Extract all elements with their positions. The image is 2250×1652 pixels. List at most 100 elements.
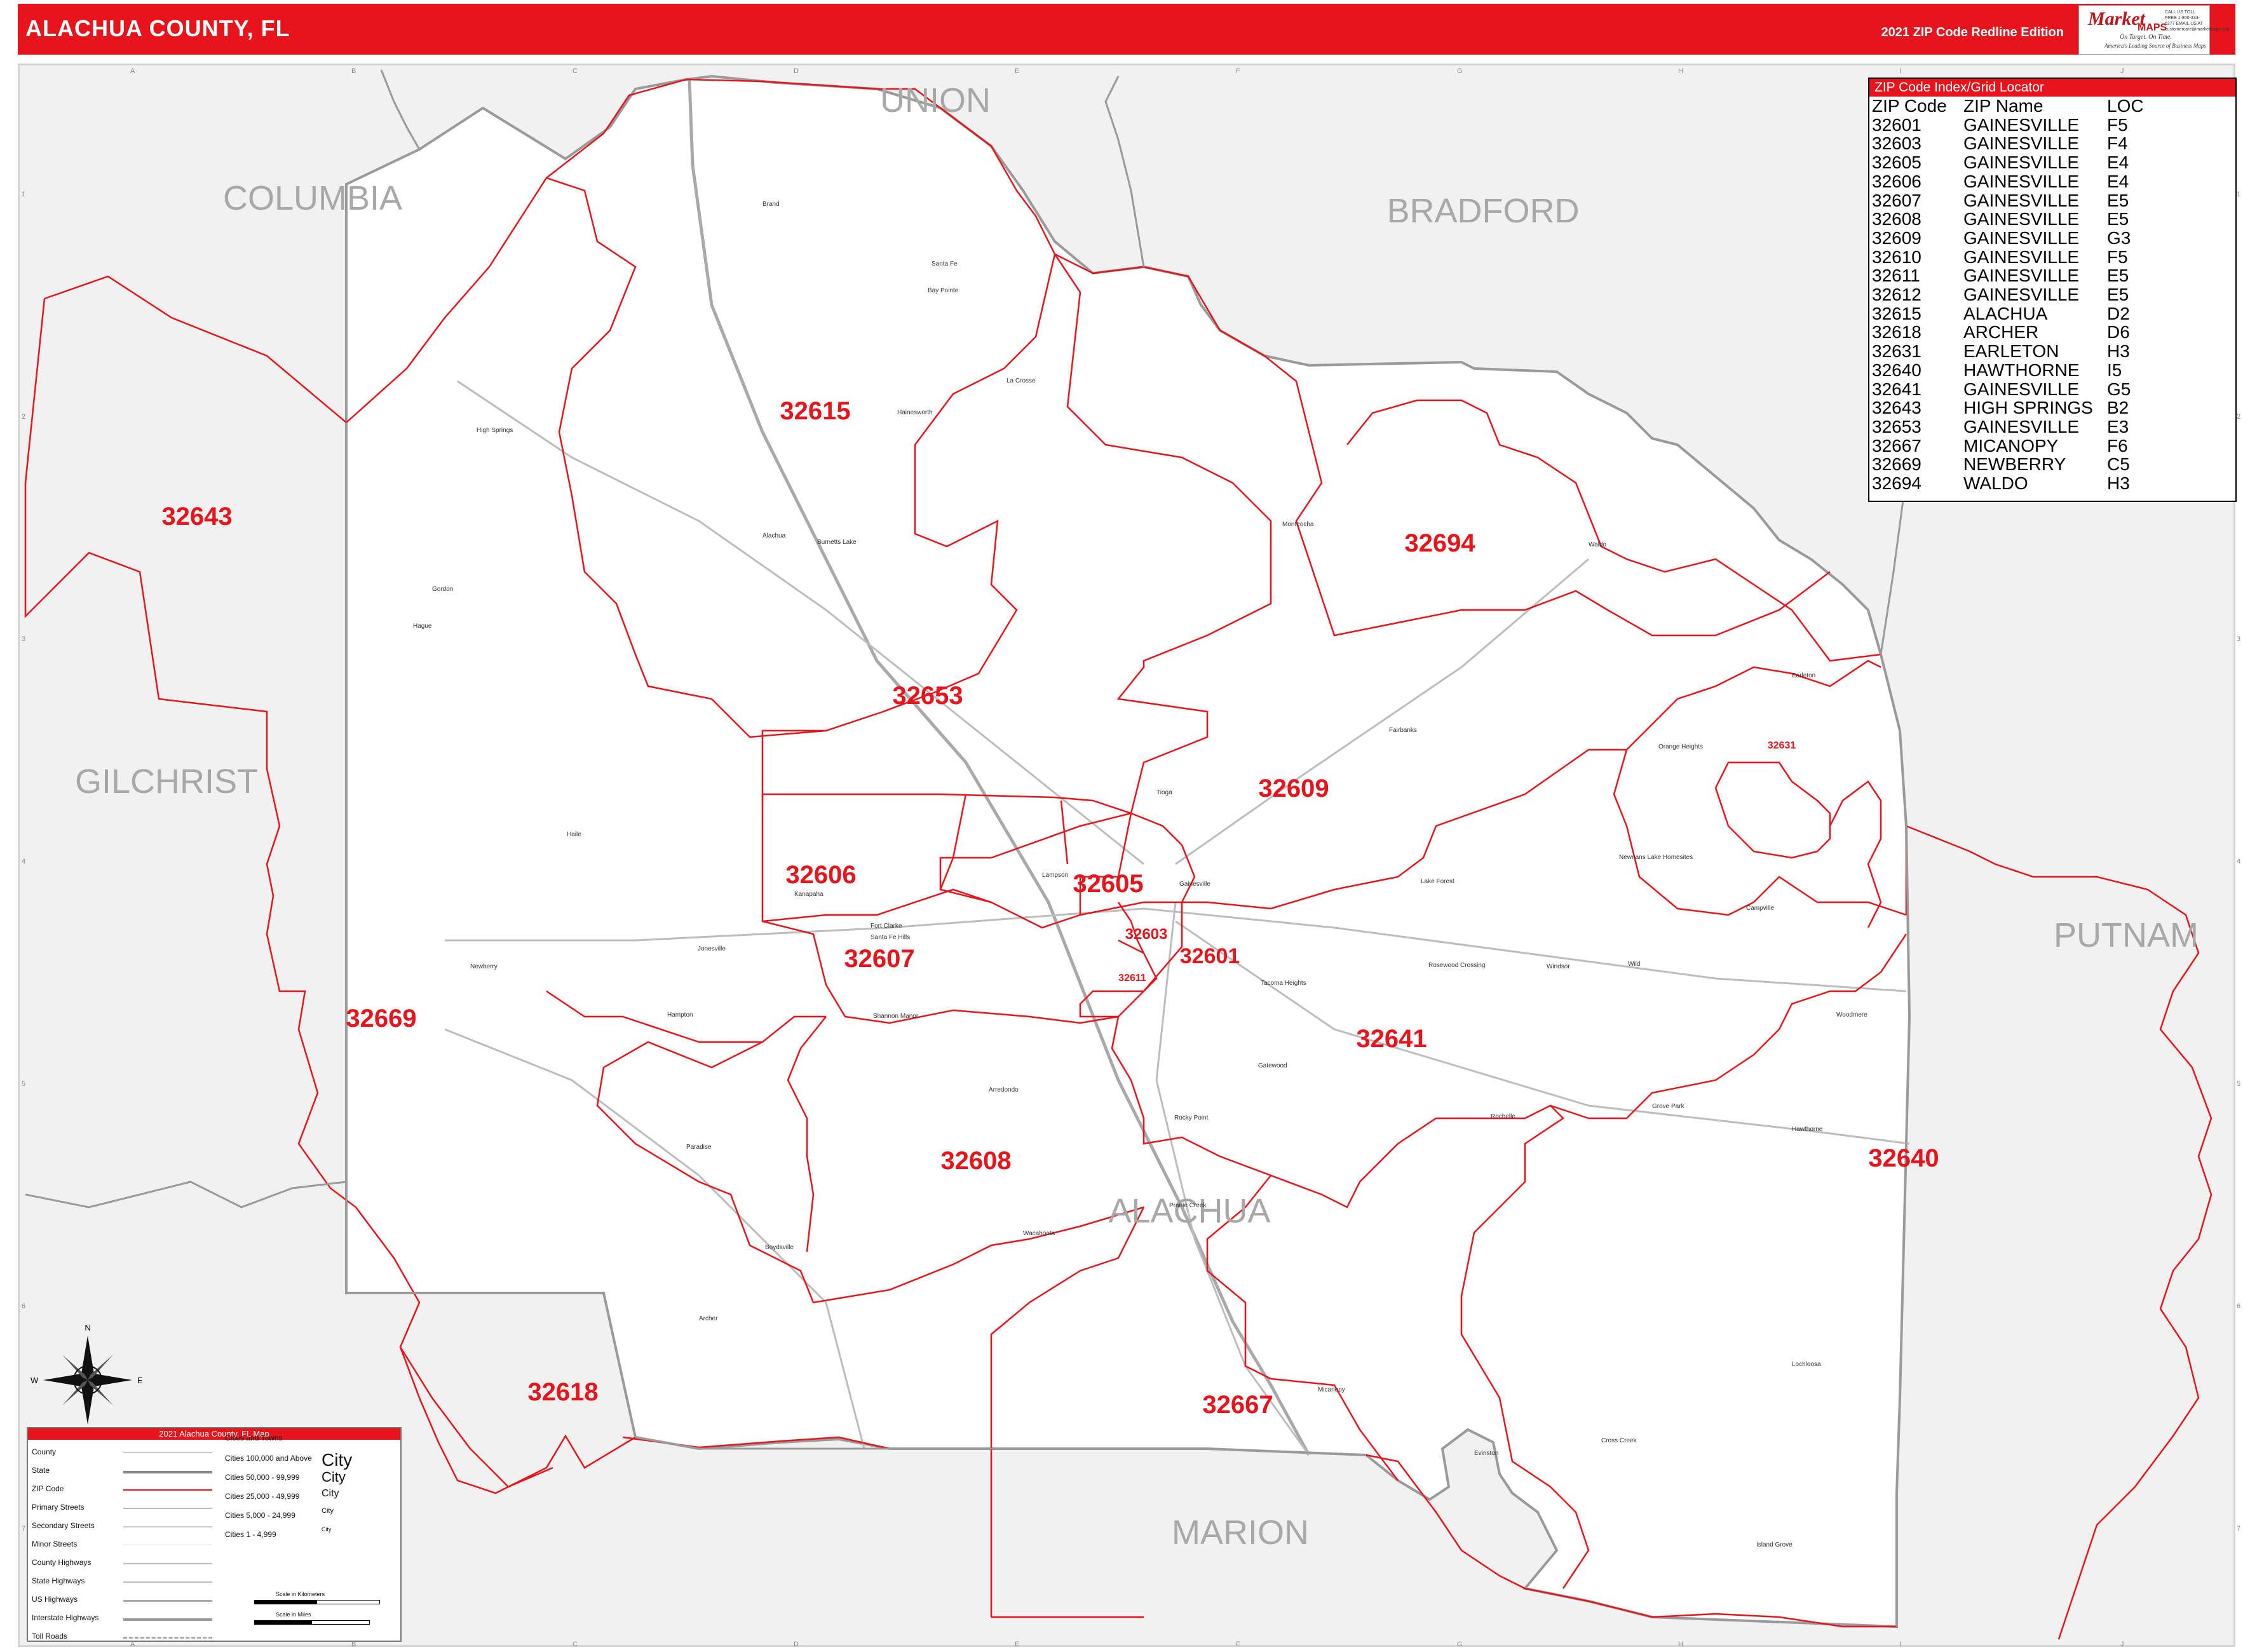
zip-label-32601: 32601 bbox=[1180, 944, 1240, 968]
zip-index-cell-loc: E5 bbox=[2107, 190, 2129, 210]
zip-index-row: 32610 GAINESVILLE F5 bbox=[1872, 247, 2144, 267]
grid-row-label: 6 bbox=[2237, 1303, 2241, 1310]
legend-title: 2021 Alachua County, FL Map bbox=[28, 1428, 400, 1440]
legend-line-sample bbox=[123, 1637, 212, 1639]
place-label: La Crosse bbox=[1006, 377, 1036, 384]
zip-label-32694: 32694 bbox=[1404, 529, 1475, 557]
county-label-bradford: BRADFORD bbox=[1386, 192, 1579, 230]
legend-cities-title: Cities and Towns bbox=[225, 1433, 283, 1442]
legend-city-range: Cities 100,000 and Above bbox=[225, 1454, 312, 1463]
zip-index-cell-zip: 32643 bbox=[1872, 398, 1921, 418]
grid-column-label: I bbox=[1899, 1641, 1902, 1648]
legend-city-range: Cities 25,000 - 49,999 bbox=[225, 1492, 300, 1501]
place-label: Paradise bbox=[686, 1144, 712, 1151]
place-label: Kanapaha bbox=[794, 891, 823, 898]
legend-scale-mi: Scale in Miles bbox=[276, 1611, 311, 1618]
zip-index-cell-name: GAINESVILLE bbox=[1963, 285, 2080, 305]
place-label: Orange Heights bbox=[1658, 743, 1703, 750]
grid-row-label: 3 bbox=[2237, 635, 2241, 643]
place-label: Hawthorne bbox=[1792, 1126, 1823, 1133]
legend-line-label: Toll Roads bbox=[32, 1632, 68, 1641]
zip-index-cell-name: ARCHER bbox=[1963, 322, 2039, 342]
zip-index-cell-name: WALDO bbox=[1963, 473, 2028, 494]
zip-index-row: 32612 GAINESVILLE E5 bbox=[1872, 285, 2144, 304]
place-label: Tioga bbox=[1156, 789, 1172, 796]
place-label: Monteocha bbox=[1282, 521, 1314, 528]
place-label: Shannon Manor bbox=[873, 1013, 919, 1020]
zip-index-cell-name: GAINESVILLE bbox=[1963, 247, 2080, 267]
grid-column-label: C bbox=[573, 67, 578, 75]
zip-label-32607: 32607 bbox=[844, 945, 914, 973]
zip-index-row: 32601 GAINESVILLE F5 bbox=[1872, 116, 2144, 135]
place-label: Arredondo bbox=[989, 1087, 1019, 1093]
place-label: Hampton bbox=[667, 1012, 693, 1019]
grid-column-label: D bbox=[794, 1641, 799, 1648]
place-label: Campville bbox=[1746, 905, 1774, 912]
zip-label-32608: 32608 bbox=[940, 1147, 1011, 1175]
legend-city-sample: City bbox=[322, 1469, 346, 1485]
place-label: Gordon bbox=[432, 586, 453, 593]
zip-index-header-name: ZIP Name bbox=[1963, 96, 2043, 116]
zip-code-index-panel: ZIP Code Index/Grid Locator ZIP Code ZIP… bbox=[1868, 78, 2237, 502]
zip-index-header-loc: LOC bbox=[2107, 96, 2144, 116]
grid-row-label: 4 bbox=[2237, 858, 2241, 865]
zip-index-cell-loc: E5 bbox=[2107, 209, 2129, 229]
zip-index-row: 32669 NEWBERRY C5 bbox=[1872, 455, 2144, 474]
place-label: Burnetts Lake bbox=[817, 539, 857, 546]
zip-label-32653: 32653 bbox=[892, 682, 963, 710]
place-label-gainesville: Gainesville bbox=[1179, 881, 1210, 888]
grid-row-label: 4 bbox=[22, 858, 26, 865]
grid-column-label: F bbox=[1236, 67, 1240, 75]
place-label: Woodmere bbox=[1836, 1012, 1867, 1019]
place-label: Newnans Lake Homesites bbox=[1619, 854, 1693, 861]
grid-column-label: H bbox=[1678, 67, 1683, 75]
zip-index-cell-zip: 32694 bbox=[1872, 473, 1921, 494]
grid-column-label: D bbox=[794, 67, 799, 75]
grid-column-label: G bbox=[1457, 67, 1463, 75]
zip-index-row: 32606 GAINESVILLE E4 bbox=[1872, 172, 2144, 191]
zip-index-cell-zip: 32618 bbox=[1872, 322, 1921, 342]
zip-index-cell-name: GAINESVILLE bbox=[1963, 379, 2080, 399]
place-label: Haile bbox=[567, 831, 581, 838]
place-label: Wild bbox=[1628, 961, 1640, 968]
grid-row-label: 7 bbox=[2237, 1525, 2241, 1533]
zip-index-cell-loc: H3 bbox=[2107, 473, 2130, 494]
zip-label-32631: 32631 bbox=[1768, 740, 1796, 751]
grid-column-label: C bbox=[573, 1641, 578, 1648]
zip-index-cell-loc: E4 bbox=[2107, 152, 2129, 173]
legend-line-sample bbox=[123, 1471, 212, 1473]
legend-line-label: Secondary Streets bbox=[32, 1521, 95, 1530]
zip-index-cell-zip: 32631 bbox=[1872, 341, 1921, 362]
grid-row-label: 6 bbox=[22, 1303, 26, 1310]
zip-index-cell-name: GAINESVILLE bbox=[1963, 171, 2080, 191]
county-label-alachua: ALACHUA bbox=[1108, 1192, 1270, 1230]
zip-index-cell-loc: E5 bbox=[2107, 285, 2129, 305]
zip-index-cell-loc: B2 bbox=[2107, 398, 2129, 418]
zip-index-cell-name: GAINESVILLE bbox=[1963, 152, 2080, 173]
zip-index-cell-name: GAINESVILLE bbox=[1963, 190, 2080, 210]
legend-line-sample bbox=[123, 1508, 212, 1509]
place-label: High Springs bbox=[477, 427, 513, 434]
grid-column-label: E bbox=[1015, 1641, 1020, 1648]
zip-index-cell-loc: F6 bbox=[2107, 435, 2128, 456]
place-label: Bay Pointe bbox=[928, 287, 959, 294]
zip-index-cell-zip: 32611 bbox=[1872, 266, 1920, 286]
zip-index-cell-name: NEWBERRY bbox=[1963, 454, 2066, 475]
legend-line-label: Interstate Highways bbox=[32, 1613, 99, 1622]
legend-line-label: State bbox=[32, 1466, 50, 1475]
place-label: Fairbanks bbox=[1389, 727, 1417, 734]
zip-index-cell-name: EARLETON bbox=[1963, 341, 2059, 362]
zip-index-cell-name: GAINESVILLE bbox=[1963, 114, 2080, 135]
place-label: Island Grove bbox=[1756, 1541, 1793, 1548]
legend-city-sample: City bbox=[322, 1488, 339, 1499]
zip-index-cell-loc: F5 bbox=[2107, 247, 2128, 267]
zip-index-row: 32653 GAINESVILLE E3 bbox=[1872, 417, 2144, 437]
zip-index-cell-name: GAINESVILLE bbox=[1963, 227, 2080, 248]
place-label: Rochelle bbox=[1491, 1113, 1515, 1120]
place-label: Earleton bbox=[1792, 672, 1815, 679]
legend-city-range: Cities 50,000 - 99,999 bbox=[225, 1473, 300, 1482]
legend-line-sample bbox=[123, 1563, 212, 1564]
zip-index-cell-loc: I5 bbox=[2107, 360, 2122, 380]
zip-index-cell-zip: 32669 bbox=[1872, 454, 1921, 475]
place-label: Waldo bbox=[1589, 541, 1606, 548]
